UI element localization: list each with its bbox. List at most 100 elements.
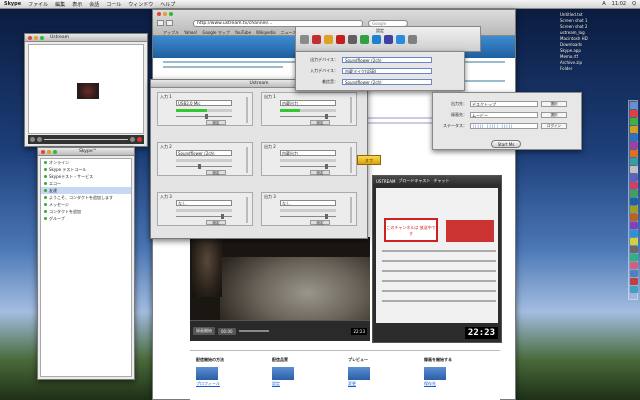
bookmark-item[interactable]: Google マップ: [202, 30, 229, 36]
dock-app-icon[interactable]: [630, 270, 638, 277]
record-button[interactable]: 録画開始: [193, 327, 215, 335]
channel-settings-button[interactable]: 設定: [206, 220, 226, 225]
menu-window[interactable]: ウィンドウ: [128, 1, 153, 8]
dock-app-icon[interactable]: [630, 198, 638, 205]
volume-slider[interactable]: [176, 116, 232, 117]
volume-slider[interactable]: [238, 330, 269, 332]
dock-app-icon[interactable]: [630, 214, 638, 221]
channel-settings-button[interactable]: 設定: [310, 170, 330, 175]
input-menu[interactable]: A: [602, 1, 605, 7]
menu-edit[interactable]: 編集: [55, 1, 65, 8]
video-icon[interactable]: [37, 137, 42, 142]
contact-item[interactable]: エコー: [41, 180, 131, 187]
menu-call[interactable]: コール: [106, 1, 121, 8]
forward-button[interactable]: [166, 20, 173, 26]
mute-icon[interactable]: [30, 137, 35, 142]
minimize-button[interactable]: [47, 149, 51, 154]
dock-app-icon[interactable]: [630, 190, 638, 197]
close-button[interactable]: [157, 12, 161, 16]
audio-icon[interactable]: [348, 34, 357, 44]
menu-view[interactable]: 表示: [72, 1, 82, 8]
channel-scrollbar[interactable]: [246, 147, 248, 173]
zoom-button[interactable]: [53, 149, 57, 154]
widget-tab-broadcast[interactable]: ブロードキャスト: [398, 178, 430, 184]
zoom-button[interactable]: [169, 12, 173, 16]
device-dropdown[interactable]: 内蔵マイク(USB): [342, 67, 432, 74]
dock-app-icon[interactable]: [630, 158, 638, 165]
channel-scrollbar[interactable]: [350, 147, 352, 173]
bookmark-item[interactable]: ニュース: [281, 30, 297, 36]
video-icon[interactable]: [384, 34, 393, 44]
desktop-file[interactable]: Downloads: [560, 42, 638, 47]
dock-app-icon[interactable]: [630, 222, 638, 229]
dock-app-icon[interactable]: [630, 166, 638, 173]
column-preview[interactable]: [196, 367, 218, 380]
spotlight-icon[interactable]: Q: [632, 1, 636, 7]
column-link[interactable]: 設定: [272, 381, 342, 387]
setting-button[interactable]: 選択: [541, 101, 567, 107]
minimize-button[interactable]: [34, 35, 38, 40]
setting-button[interactable]: ログイン: [541, 123, 567, 129]
advanced-icon[interactable]: [408, 34, 417, 44]
device-select[interactable]: なし: [176, 200, 232, 206]
column-preview[interactable]: [348, 367, 370, 380]
chat-icon[interactable]: [372, 34, 381, 44]
device-dropdown[interactable]: Soundflower (2ch): [342, 78, 432, 85]
dock-app-icon[interactable]: [630, 110, 638, 117]
desktop-file[interactable]: Archive.zip: [560, 60, 638, 65]
dock-app-icon[interactable]: [630, 150, 638, 157]
fullscreen-icon[interactable]: [130, 137, 135, 142]
dock-app-icon[interactable]: [630, 142, 638, 149]
contact-item[interactable]: ようこそ、コンタクトを追加します: [41, 194, 131, 201]
menu-file[interactable]: ファイル: [28, 1, 48, 8]
device-select[interactable]: なし: [280, 200, 336, 206]
column-link[interactable]: プロフィール: [196, 381, 266, 387]
bookmark-item[interactable]: YouTube: [235, 30, 251, 35]
setting-field[interactable]: ||||| ||||| |||||: [470, 123, 538, 129]
slider-knob[interactable]: [198, 164, 202, 169]
zoom-button[interactable]: [40, 35, 44, 40]
column-preview[interactable]: [272, 367, 294, 380]
channel-settings-button[interactable]: 設定: [310, 120, 330, 125]
channel-scrollbar[interactable]: [350, 97, 352, 123]
dock-app-icon[interactable]: [630, 254, 638, 261]
contact-item[interactable]: 友達: [41, 187, 131, 194]
slider-knob[interactable]: [325, 114, 329, 119]
bookmark-item[interactable]: アップル: [163, 30, 179, 36]
contact-item[interactable]: グループ: [41, 215, 131, 222]
column-preview[interactable]: [424, 367, 446, 380]
desktop-file[interactable]: Screen shot 2: [560, 24, 638, 29]
desktop-file[interactable]: ustream_log: [560, 30, 638, 35]
volume-slider[interactable]: [176, 166, 232, 167]
channel-settings-button[interactable]: 設定: [206, 120, 226, 125]
widget-tab-ustream[interactable]: USTREAM: [376, 179, 395, 184]
dock-app-icon[interactable]: [630, 246, 638, 253]
device-select[interactable]: 内蔵出力: [280, 100, 336, 106]
app-menu[interactable]: Skype: [4, 1, 21, 7]
widget-tab-chat[interactable]: チャット: [433, 178, 449, 184]
device-dropdown[interactable]: Soundflower (2ch): [342, 56, 432, 63]
clock[interactable]: 11:02: [612, 1, 626, 7]
close-button[interactable]: [28, 35, 32, 40]
dock-app-icon[interactable]: [630, 182, 638, 189]
general-icon[interactable]: [300, 34, 309, 44]
menu-help[interactable]: ヘルプ: [160, 1, 175, 8]
hangup-icon[interactable]: [137, 137, 142, 142]
account-icon[interactable]: [312, 34, 321, 44]
slider-knob[interactable]: [325, 214, 329, 219]
device-select[interactable]: USB2.0 Mic: [176, 100, 232, 106]
dock-app-icon[interactable]: [630, 230, 638, 237]
setting-button[interactable]: 選択: [541, 112, 567, 118]
desktop-file[interactable]: Memo.rtf: [560, 54, 638, 59]
bookmark-item[interactable]: Yahoo!: [184, 30, 197, 35]
start-button[interactable]: Start Ms: [491, 140, 521, 148]
channel-scrollbar[interactable]: [246, 97, 248, 123]
channel-scrollbar[interactable]: [350, 197, 352, 223]
close-button[interactable]: [41, 149, 45, 154]
dock-app-icon[interactable]: [630, 238, 638, 245]
contact-item[interactable]: Skype テストコール: [41, 166, 131, 173]
widget-ad[interactable]: [446, 220, 494, 242]
channel-scrollbar[interactable]: [246, 197, 248, 223]
contact-item[interactable]: Skypeテスト・サービス: [41, 173, 131, 180]
menu-conversation[interactable]: 会話: [89, 1, 99, 8]
